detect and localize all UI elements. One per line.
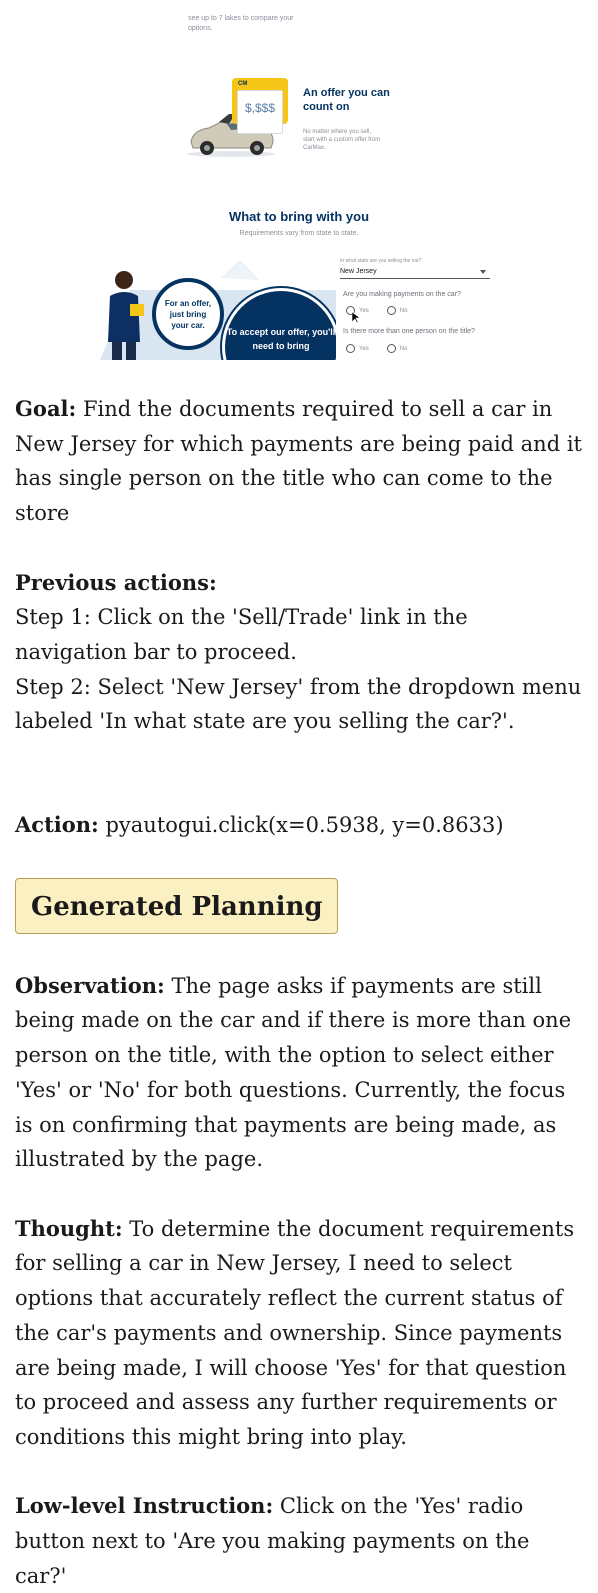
price-sign: CM $,$$$ (232, 78, 288, 134)
instruction-label: Low-level Instruction: (15, 1493, 274, 1519)
goal-label: Goal: (15, 396, 77, 421)
state-select[interactable]: New Jersey (340, 265, 490, 279)
goal-section: Goal: Find the documents required to sel… (15, 392, 583, 531)
generated-planning-header: Generated Planning (15, 877, 338, 934)
action-text: pyautogui.click(x=0.5938, y=0.8633) (105, 813, 504, 838)
documents-illustration: For an offer, just bring your car. To ac… (100, 260, 336, 360)
observation-section: Observation: The page asks if payments a… (15, 969, 583, 1177)
webpage-screenshot: see up to 7 lakes to compare your option… (0, 0, 598, 360)
title-no-radio[interactable] (386, 344, 396, 353)
title-yes-label[interactable]: Yes (359, 346, 369, 352)
bring-title: What to bring with you (228, 209, 370, 224)
offer-title: An offer you can count on (303, 87, 390, 113)
offer-description: No matter where you sell, start with a c… (303, 129, 381, 151)
goal-text: Find the documents required to sell a ca… (15, 397, 582, 526)
state-question: In what state are you selling the car? (340, 258, 422, 264)
bring-subtitle: Requirements vary from state to state. (239, 230, 359, 237)
payments-no-radio[interactable] (386, 306, 396, 315)
caret-down-icon (480, 270, 486, 274)
previous-actions-label: Previous actions: (15, 569, 217, 595)
title-question: Is there more than one person on the tit… (343, 328, 475, 335)
annotation-content: Goal: Find the documents required to sel… (15, 392, 583, 1593)
price-placeholder: $,$$$ (244, 101, 276, 115)
instruction-section: Low-level Instruction: Click on the 'Yes… (15, 1489, 583, 1593)
action-section: Action: pyautogui.click(x=0.5938, y=0.86… (15, 808, 583, 843)
previous-step-1: Step 1: Click on the 'Sell/Trade' link i… (15, 605, 468, 664)
title-no-label[interactable]: No (400, 346, 408, 352)
carmax-logo: CM (238, 81, 248, 87)
payments-question: Are you making payments on the car? (343, 291, 461, 298)
title-yes-radio[interactable] (346, 344, 355, 353)
state-select-value: New Jersey (340, 268, 377, 275)
mouse-cursor-icon (352, 312, 360, 324)
observation-text: The page asks if payments are still bein… (15, 973, 572, 1172)
just-bring-car-circle: For an offer, just bring your car. (152, 278, 224, 350)
observation-label: Observation: (15, 972, 165, 998)
person-icon (108, 271, 144, 360)
action-label: Action: (15, 812, 99, 838)
payments-no-label[interactable]: No (400, 308, 408, 314)
thought-text: To determine the document requirements f… (15, 1216, 575, 1449)
thought-section: Thought: To determine the document requi… (15, 1212, 583, 1455)
top-fragment-text: see up to 7 lakes to compare your option… (188, 15, 294, 32)
offer-card: CM $,$$$ An offer you can count on No ma… (185, 78, 405, 158)
thought-label: Thought: (15, 1215, 123, 1241)
title-radio-group: Yes No (346, 344, 407, 353)
payments-yes-label[interactable]: Yes (359, 308, 369, 314)
previous-actions-section: Previous actions: Step 1: Click on the '… (15, 566, 583, 740)
previous-step-2: Step 2: Select 'New Jersey' from the dro… (15, 674, 582, 734)
